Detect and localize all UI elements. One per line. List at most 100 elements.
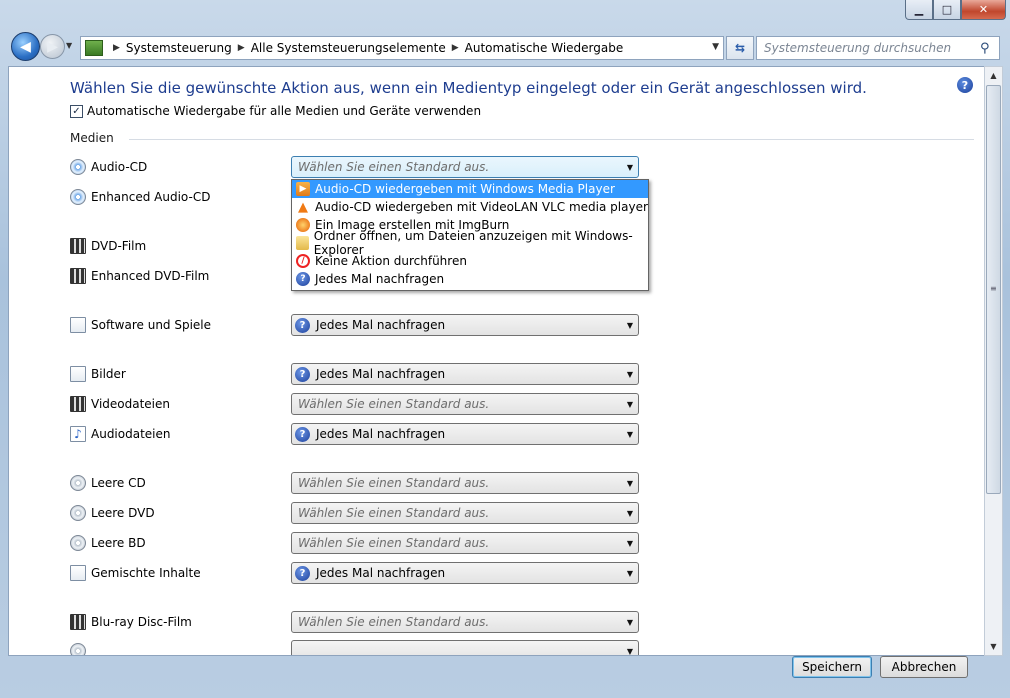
blank-bd-icon [70,535,86,551]
combo-value: Jedes Mal nachfragen [316,566,446,580]
imgburn-icon [296,218,310,232]
row-label: Software und Spiele [91,318,212,332]
chevron-down-icon[interactable]: ▼ [622,509,638,518]
dvd-icon [70,268,86,284]
chevron-down-icon[interactable]: ▼ [622,370,638,379]
dropdown-option-wmp[interactable]: ▶ Audio-CD wiedergeben mit Windows Media… [292,180,648,198]
back-button[interactable]: ◀ [11,32,40,61]
search-box[interactable]: Systemsteuerung durchsuchen ⚲ [756,36,1000,60]
section-divider [129,139,974,140]
ask-icon: ? [296,272,310,286]
chevron-down-icon[interactable]: ▼ [622,618,638,627]
vlc-icon: ▲ [298,199,308,215]
row-audiodateien: ♪ Audiodateien [70,426,171,442]
combo-leere-bd[interactable]: Wählen Sie einen Standard aus. ▼ [291,532,639,554]
breadcrumb-systemsteuerung[interactable]: Systemsteuerung [126,41,232,55]
cancel-button[interactable]: Abbrechen [880,656,968,678]
option-label: Jedes Mal nachfragen [315,272,445,286]
chevron-down-icon[interactable]: ▼ [622,163,638,172]
combo-placeholder: Wählen Sie einen Standard aus. [298,615,490,629]
cd-icon [70,189,86,205]
bluray-icon [70,614,86,630]
autoplay-checkbox-label: Automatische Wiedergabe für alle Medien … [87,104,482,118]
row-label: DVD-Film [91,239,147,253]
section-title-medien: Medien [70,131,114,145]
dropdown-option-explorer[interactable]: Ordner öffnen, um Dateien anzuzeigen mit… [292,229,648,257]
breadcrumb-alle-elemente[interactable]: Alle Systemsteuerungselemente [251,41,446,55]
ask-icon: ? [295,317,310,333]
option-label: Keine Aktion durchführen [315,254,467,268]
footer-bar: Speichern Abbrechen [0,654,1010,698]
wmp-icon: ▶ [296,182,310,196]
combo-value: Jedes Mal nachfragen [316,318,446,332]
search-icon[interactable]: ⚲ [980,41,994,56]
combo-videodateien[interactable]: Wählen Sie einen Standard aus. ▼ [291,393,639,415]
chevron-right-icon[interactable]: ▶ [452,43,459,53]
chevron-down-icon[interactable]: ▼ [622,430,638,439]
chevron-down-icon[interactable]: ▼ [622,569,638,578]
chevron-down-icon[interactable]: ▼ [622,479,638,488]
row-label: Leere DVD [91,506,155,520]
combo-gemischte-inhalte[interactable]: ? Jedes Mal nachfragen ▼ [291,562,639,584]
row-leere-dvd: Leere DVD [70,505,155,521]
autoplay-setting[interactable]: ✓ Automatische Wiedergabe für alle Medie… [70,104,481,118]
dropdown-option-ask[interactable]: ? Jedes Mal nachfragen [292,270,648,288]
window-controls: ▁ □ ✕ [905,0,1006,20]
chevron-down-icon[interactable]: ▼ [622,400,638,409]
row-gemischte-inhalte: Gemischte Inhalte [70,565,201,581]
blank-cd-icon [70,475,86,491]
combo-audiodateien[interactable]: ? Jedes Mal nachfragen ▼ [291,423,639,445]
mixed-content-icon [70,565,86,581]
blank-dvd-icon [70,505,86,521]
scroll-down-icon[interactable]: ▼ [985,638,1002,655]
page-title: Wählen Sie die gewünschte Aktion aus, we… [70,79,867,97]
row-label: Gemischte Inhalte [91,566,201,580]
combo-leere-dvd[interactable]: Wählen Sie einen Standard aus. ▼ [291,502,639,524]
autoplay-checkbox[interactable]: ✓ [70,104,83,118]
row-software-und-spiele: Software und Spiele [70,317,211,333]
recent-pages-dropdown[interactable]: ▼ [66,41,72,50]
control-panel-icon [85,40,103,56]
row-audio-cd: Audio-CD [70,159,147,175]
chevron-down-icon[interactable]: ▼ [622,539,638,548]
minimize-button[interactable]: ▁ [905,0,933,20]
row-dvd-film: DVD-Film [70,238,146,254]
vertical-scrollbar[interactable]: ▲ ≡ ▼ [984,66,1003,656]
row-videodateien: Videodateien [70,396,170,412]
row-enhanced-dvd-film: Enhanced DVD-Film [70,268,209,284]
combo-placeholder: Wählen Sie einen Standard aus. [298,506,490,520]
refresh-button[interactable]: ⇆ [726,36,754,60]
chevron-right-icon[interactable]: ▶ [113,43,120,53]
combo-placeholder: Wählen Sie einen Standard aus. [298,397,490,411]
close-button[interactable]: ✕ [961,0,1006,20]
save-button[interactable]: Speichern [792,656,872,678]
cd-icon [70,159,86,175]
maximize-button[interactable]: □ [933,0,961,20]
address-dropdown-icon[interactable]: ▼ [712,42,719,52]
row-enhanced-audio-cd: Enhanced Audio-CD [70,189,210,205]
combo-bluray-disc-film[interactable]: Wählen Sie einen Standard aus. ▼ [291,611,639,633]
search-input[interactable]: Systemsteuerung durchsuchen [764,41,980,55]
row-label: Leere CD [91,476,146,490]
scroll-up-icon[interactable]: ▲ [985,67,1002,84]
chevron-down-icon[interactable]: ▼ [622,321,638,330]
dropdown-option-vlc[interactable]: ▲ Audio-CD wiedergeben mit VideoLAN VLC … [292,198,648,216]
video-file-icon [70,396,86,412]
combo-leere-cd[interactable]: Wählen Sie einen Standard aus. ▼ [291,472,639,494]
combo-audio-cd[interactable]: Wählen Sie einen Standard aus. ▼ [291,156,639,178]
help-icon[interactable]: ? [957,77,973,93]
forward-button[interactable]: ▶ [40,34,65,59]
software-icon [70,317,86,333]
chevron-right-icon[interactable]: ▶ [238,43,245,53]
row-bilder: Bilder [70,366,126,382]
address-bar[interactable]: ▶ Systemsteuerung ▶ Alle Systemsteuerung… [80,36,724,60]
row-label: Leere BD [91,536,146,550]
main-content: Wählen Sie die gewünschte Aktion aus, we… [8,66,986,656]
row-label: Bilder [91,367,126,381]
combo-software-und-spiele[interactable]: ? Jedes Mal nachfragen ▼ [291,314,639,336]
combo-value: Jedes Mal nachfragen [316,367,446,381]
breadcrumb-automatische-wiedergabe[interactable]: Automatische Wiedergabe [465,41,624,55]
combo-bilder[interactable]: ? Jedes Mal nachfragen ▼ [291,363,639,385]
scroll-thumb[interactable]: ≡ [986,85,1001,494]
audio-cd-dropdown-list: ▶ Audio-CD wiedergeben mit Windows Media… [291,179,649,291]
